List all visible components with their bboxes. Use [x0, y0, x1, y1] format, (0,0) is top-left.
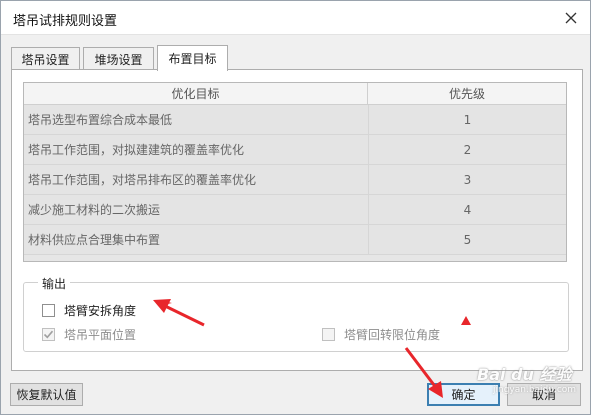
- check-mark-icon: [43, 330, 54, 339]
- checkbox-box[interactable]: [42, 304, 55, 317]
- tab-tower-crane-settings[interactable]: 塔吊设置: [11, 47, 80, 70]
- goal-cell: 减少施工材料的二次搬运: [28, 203, 161, 217]
- tab-label: 塔吊设置: [21, 52, 70, 67]
- dialog-window: 塔吊试排规则设置 塔吊设置 堆场设置 布置目标 优化目标 优先级 塔吊选型布置综…: [0, 0, 591, 415]
- checkbox-box[interactable]: [42, 328, 55, 341]
- column-header-priority: 优先级: [448, 87, 485, 101]
- checkbox-label: 塔吊平面位置: [64, 328, 137, 342]
- tab-label: 布置目标: [168, 52, 217, 66]
- checkbox-crane-plan-position[interactable]: 塔吊平面位置: [42, 326, 136, 343]
- goals-table: 优化目标 优先级 塔吊选型布置综合成本最低 1 塔吊工作范围，对拟建建筑的覆盖率…: [23, 82, 567, 262]
- checkbox-boom-install-angle[interactable]: 塔臂安拆角度: [42, 302, 136, 319]
- output-group-label: 输出: [38, 275, 71, 292]
- table-row[interactable]: 塔吊选型布置综合成本最低 1: [24, 105, 566, 135]
- goal-cell: 塔吊选型布置综合成本最低: [28, 113, 173, 127]
- table-row[interactable]: 塔吊工作范围，对塔吊排布区的覆盖率优化 3: [24, 165, 566, 195]
- priority-cell: 4: [368, 195, 566, 225]
- priority-cell: 1: [368, 105, 566, 135]
- title-bar: 塔吊试排规则设置: [1, 1, 590, 35]
- tab-yard-settings[interactable]: 堆场设置: [83, 47, 154, 70]
- watermark-url: jingyan.baidu.com: [493, 385, 577, 395]
- table-row[interactable]: 减少施工材料的二次搬运 4: [24, 195, 566, 225]
- column-header-goal: 优化目标: [24, 83, 368, 105]
- output-group: 输出 塔臂安拆角度 塔吊平面位置 塔臂回转限位角度: [23, 275, 569, 352]
- goal-cell: 塔吊工作范围，对拟建建筑的覆盖率优化: [28, 143, 245, 157]
- tab-panel-layout-goals: 优化目标 优先级 塔吊选型布置综合成本最低 1 塔吊工作范围，对拟建建筑的覆盖率…: [11, 69, 583, 371]
- priority-cell: 5: [368, 225, 566, 255]
- checkbox-box[interactable]: [322, 328, 335, 341]
- close-button[interactable]: [558, 5, 584, 31]
- table-row[interactable]: 塔吊工作范围，对拟建建筑的覆盖率优化 2: [24, 135, 566, 165]
- checkbox-label: 塔臂回转限位角度: [344, 328, 441, 342]
- checkbox-label: 塔臂安拆角度: [64, 304, 137, 318]
- checkbox-boom-slewing-limit-angle[interactable]: 塔臂回转限位角度: [322, 326, 440, 343]
- table-header: 优化目标 优先级: [24, 83, 566, 105]
- goal-cell: 材料供应点合理集中布置: [28, 233, 161, 247]
- baidu-watermark: Bai du 经验 jingyan.baidu.com: [471, 361, 589, 411]
- priority-cell: 2: [368, 135, 566, 165]
- goal-cell: 塔吊工作范围，对塔吊排布区的覆盖率优化: [28, 173, 257, 187]
- table-row[interactable]: 材料供应点合理集中布置 5: [24, 225, 566, 255]
- tab-label: 堆场设置: [94, 52, 143, 67]
- window-title: 塔吊试排规则设置: [13, 14, 118, 29]
- button-label: 恢复默认值: [16, 388, 77, 402]
- restore-defaults-button[interactable]: 恢复默认值: [10, 383, 83, 406]
- tab-layout-goals[interactable]: 布置目标: [157, 45, 228, 71]
- watermark-brand: Bai du 经验: [477, 365, 572, 384]
- priority-cell: 3: [368, 165, 566, 195]
- close-icon: [565, 12, 577, 24]
